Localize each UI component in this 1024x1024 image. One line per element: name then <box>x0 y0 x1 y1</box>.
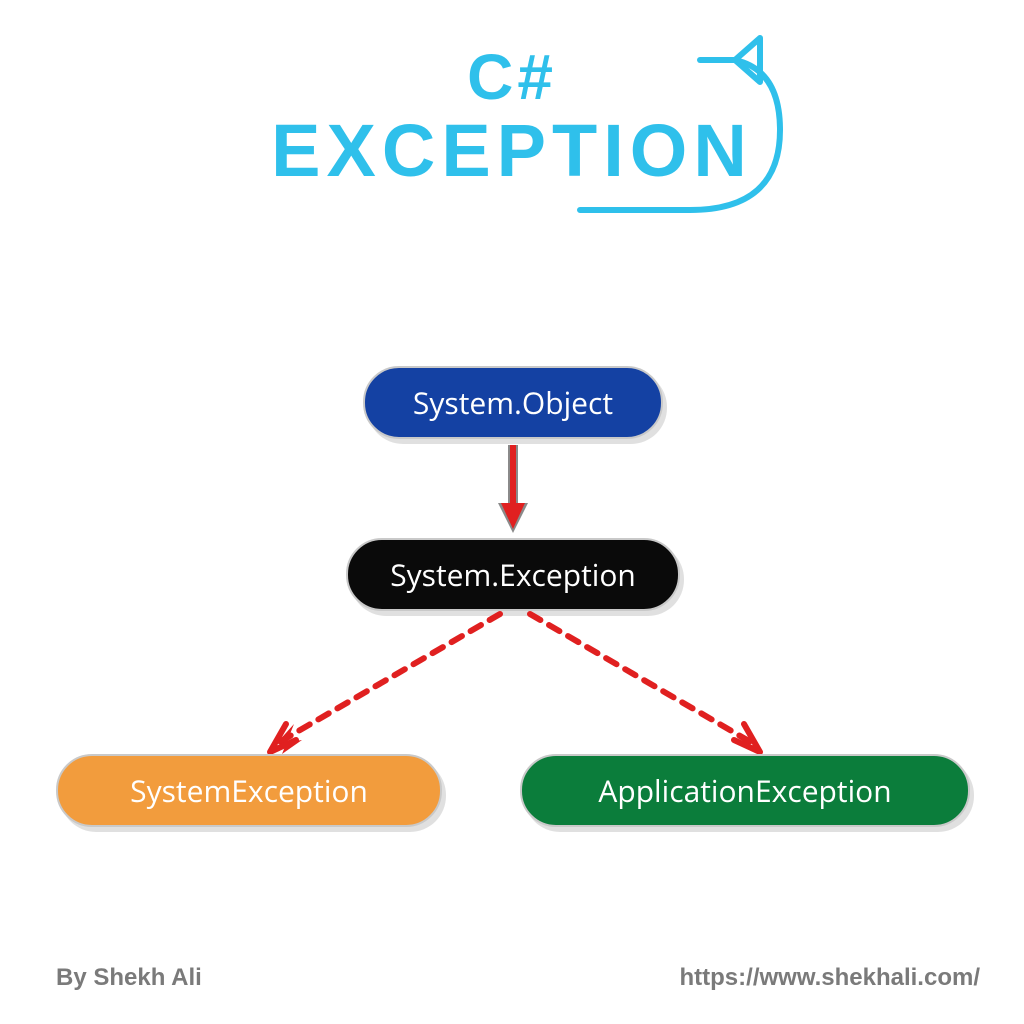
node-system-object: System.Object <box>363 366 663 439</box>
arrow-down-icon <box>498 445 528 535</box>
node-systemexception: SystemException <box>56 754 442 827</box>
node-system-exception: System.Exception <box>346 538 680 611</box>
title-line-1: C# <box>0 40 1024 114</box>
node-label: System.Exception <box>390 554 636 595</box>
title-line-2: EXCEPTION <box>0 108 1024 193</box>
node-label: System.Object <box>413 382 613 423</box>
node-applicationexception: ApplicationException <box>520 754 970 827</box>
diagram-title: C# EXCEPTION <box>0 40 1024 193</box>
footer-author: By Shekh Ali <box>56 964 202 992</box>
node-label: SystemException <box>130 770 368 811</box>
footer-url: https://www.shekhali.com/ <box>680 964 981 992</box>
node-label: ApplicationException <box>598 770 891 811</box>
